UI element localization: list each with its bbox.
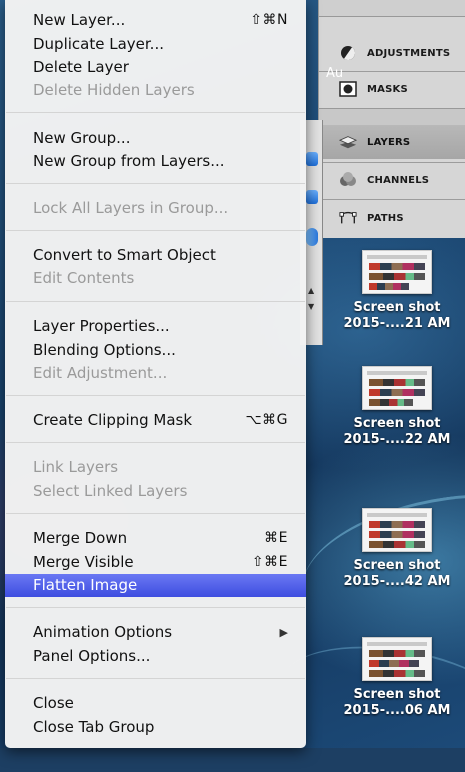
- menu-item-label: Flatten Image: [33, 576, 138, 594]
- menu-item-convert-to-smart-object[interactable]: Convert to Smart Object: [5, 244, 306, 267]
- window-title-fragment: Au: [326, 66, 344, 81]
- menu-separator: [6, 301, 305, 302]
- menu-item-close[interactable]: Close: [5, 692, 306, 715]
- menu-item-create-clipping-mask[interactable]: Create Clipping Mask ⌥⌘G: [5, 409, 306, 432]
- file-thumbnail: [362, 366, 432, 410]
- file-label-line1: Screen shot: [353, 416, 441, 431]
- panel-dock: ADJUSTMENTS MASKS LAYERS CHANNELS PATHS: [318, 0, 465, 238]
- file-thumbnail: [362, 637, 432, 681]
- menu-item-label: Select Linked Layers: [33, 482, 188, 500]
- menu-item-label: New Layer...: [33, 11, 126, 29]
- file-label-line2: 2015-....42 AM: [343, 574, 451, 589]
- file-label-line1: Screen shot: [353, 300, 441, 315]
- menu-item-link-layers: Link Layers: [5, 456, 306, 479]
- menu-separator: [6, 442, 305, 443]
- menu-item-shortcut: ⌥⌘G: [245, 412, 288, 428]
- menu-item-shortcut: ⇧⌘E: [251, 554, 288, 570]
- menu-item-duplicate-layer[interactable]: Duplicate Layer...: [5, 33, 306, 56]
- desktop-file-screenshot[interactable]: Screen shot 2015-....06 AM: [337, 637, 457, 719]
- menu-item-label: Panel Options...: [33, 647, 151, 665]
- menu-item-new-layer[interactable]: New Layer... ⇧⌘N: [5, 9, 306, 32]
- opacity-stepper[interactable]: [306, 190, 318, 204]
- menu-item-layer-properties[interactable]: Layer Properties...: [5, 315, 306, 338]
- desktop-file-screenshot[interactable]: Screen shot 2015-....21 AM: [337, 250, 457, 332]
- menu-separator: [6, 513, 305, 514]
- menu-item-label: New Group...: [33, 129, 131, 147]
- dock-item-layers[interactable]: LAYERS: [319, 125, 465, 159]
- channels-icon: [339, 171, 357, 189]
- menu-separator: [6, 112, 305, 113]
- menu-item-label: Close: [33, 694, 74, 712]
- menu-item-label: New Group from Layers...: [33, 152, 225, 170]
- scroll-down-arrow-icon[interactable]: ▼: [308, 302, 314, 311]
- menu-item-label: Merge Visible: [33, 553, 134, 571]
- desktop-file-screenshot[interactable]: Screen shot 2015-....42 AM: [337, 508, 457, 590]
- menu-item-blending-options[interactable]: Blending Options...: [5, 339, 306, 362]
- menu-item-select-linked-layers: Select Linked Layers: [5, 480, 306, 503]
- menu-item-label: Delete Hidden Layers: [33, 81, 195, 99]
- menu-item-label: Link Layers: [33, 458, 119, 476]
- file-label-line1: Screen shot: [353, 558, 441, 573]
- menu-item-lock-all-layers-in-group: Lock All Layers in Group...: [5, 197, 306, 220]
- dock-item-label: PATHS: [367, 212, 404, 224]
- menu-item-delete-layer[interactable]: Delete Layer: [5, 56, 306, 79]
- layers-panel-context-menu: New Layer... ⇧⌘N Duplicate Layer... Dele…: [5, 0, 306, 748]
- menu-item-merge-down[interactable]: Merge Down ⌘E: [5, 527, 306, 550]
- file-label-line2: 2015-....21 AM: [343, 316, 451, 331]
- menu-item-close-tab-group[interactable]: Close Tab Group: [5, 716, 306, 739]
- menu-item-shortcut: ⇧⌘N: [250, 12, 288, 28]
- menu-item-label: Edit Adjustment...: [33, 364, 168, 382]
- file-label-line1: Screen shot: [353, 687, 441, 702]
- panel-scrollbar-thumb[interactable]: [306, 228, 318, 246]
- menu-separator: [6, 183, 305, 184]
- layers-icon: [339, 133, 357, 151]
- menu-item-label: Layer Properties...: [33, 317, 170, 335]
- menu-item-delete-hidden-layers: Delete Hidden Layers: [5, 79, 306, 102]
- menu-separator: [6, 395, 305, 396]
- menu-item-label: Blending Options...: [33, 341, 176, 359]
- file-thumbnail: [362, 250, 432, 294]
- menu-item-label: Convert to Smart Object: [33, 246, 216, 264]
- menu-item-label: Close Tab Group: [33, 718, 155, 736]
- dock-group-gap: [319, 108, 465, 126]
- submenu-arrow-icon: ▶: [279, 626, 288, 639]
- menu-item-edit-contents: Edit Contents: [5, 267, 306, 290]
- dock-item-label: LAYERS: [367, 136, 411, 148]
- masks-icon: [339, 80, 357, 98]
- menu-item-flatten-image[interactable]: Flatten Image: [5, 574, 306, 597]
- menu-separator: [6, 678, 305, 679]
- file-label-line2: 2015-....06 AM: [343, 703, 451, 718]
- menu-item-merge-visible[interactable]: Merge Visible ⇧⌘E: [5, 551, 306, 574]
- menu-item-label: Duplicate Layer...: [33, 35, 164, 53]
- dock-item-label: ADJUSTMENTS: [367, 47, 451, 59]
- dock-item-channels[interactable]: CHANNELS: [319, 163, 465, 197]
- adjustments-icon: [339, 44, 357, 62]
- menu-item-label: Merge Down: [33, 529, 128, 547]
- menu-item-animation-options[interactable]: Animation Options ▶: [5, 621, 306, 644]
- scroll-up-arrow-icon[interactable]: ▲: [308, 286, 314, 295]
- dock-item-adjustments[interactable]: ADJUSTMENTS: [319, 36, 465, 70]
- blend-mode-stepper[interactable]: [306, 152, 318, 166]
- menu-item-panel-options[interactable]: Panel Options...: [5, 645, 306, 668]
- paths-icon: [339, 209, 357, 227]
- dock-item-label: MASKS: [367, 83, 408, 95]
- desktop-file-screenshot[interactable]: Screen shot 2015-....22 AM: [337, 366, 457, 448]
- dock-top-strip: [319, 0, 465, 17]
- menu-item-label: Edit Contents: [33, 269, 135, 287]
- menu-item-shortcut: ⌘E: [264, 530, 288, 546]
- menu-item-edit-adjustment: Edit Adjustment...: [5, 362, 306, 385]
- menu-item-label: Delete Layer: [33, 58, 129, 76]
- menu-separator: [6, 230, 305, 231]
- menu-item-label: Create Clipping Mask: [33, 411, 193, 429]
- menu-separator: [6, 607, 305, 608]
- menu-item-label: Lock All Layers in Group...: [33, 199, 229, 217]
- menu-item-new-group-from-layers[interactable]: New Group from Layers...: [5, 150, 306, 173]
- file-label-line2: 2015-....22 AM: [343, 432, 451, 447]
- dock-item-paths[interactable]: PATHS: [319, 201, 465, 235]
- dock-item-label: CHANNELS: [367, 174, 430, 186]
- menu-item-new-group[interactable]: New Group...: [5, 127, 306, 150]
- file-thumbnail: [362, 508, 432, 552]
- menu-item-label: Animation Options: [33, 623, 173, 641]
